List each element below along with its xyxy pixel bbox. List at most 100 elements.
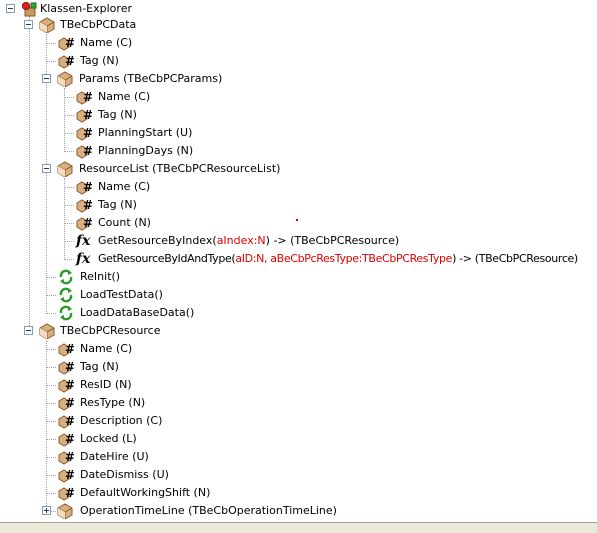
hash-field-icon: # [76,144,92,159]
tree-node-field[interactable]: # Tag (N) [0,52,597,70]
tree-node-field[interactable]: # Tag (N) [0,106,597,124]
tree-node-label: Tag (N) [98,198,137,211]
collapse-icon[interactable] [24,326,33,335]
tree-node-field[interactable]: # PlanningDays (N) [0,142,597,160]
tree-node-field[interactable]: # Name (C) [0,88,597,106]
svg-text:#: # [83,126,92,140]
svg-text:#: # [65,450,74,464]
hash-field-icon: # [58,450,74,465]
fx-function-icon: fx [76,233,91,249]
class-explorer-icon [21,1,37,17]
green-refresh-method-icon [59,287,73,303]
tree-node-label: LoadDataBaseData() [80,306,195,319]
package-box-icon [57,503,73,519]
tree-node-label: Description (C) [80,414,163,427]
tree-node-class[interactable]: TBeCbPCResource [0,322,597,340]
tree-node-field[interactable]: # DefaultWorkingShift (N) [0,484,597,502]
hash-field-icon: # [76,108,92,123]
hash-field-icon: # [76,216,92,231]
package-box-icon [57,161,73,177]
expand-icon[interactable] [42,506,51,515]
svg-text:#: # [83,108,92,122]
tree-node-field[interactable]: # ResID (N) [0,376,597,394]
hash-field-icon: # [76,180,92,195]
fx-function-icon: fx [76,251,91,267]
svg-text:#: # [83,144,92,158]
tree-node-method[interactable]: LoadDataBaseData() [0,304,597,322]
tree-node-label: Locked (L) [80,432,137,445]
tree-node-label: Name (C) [98,180,151,193]
tree-node-label: TBeCbPCResource [60,324,161,337]
tree-node-field[interactable]: # Tag (N) [0,358,597,376]
tree-node-label: Count (N) [98,216,151,229]
tree-node-field[interactable]: # DateDismiss (U) [0,466,597,484]
function-params: aIndex:N [216,234,266,247]
svg-text:#: # [65,36,74,50]
tree-node-label: Tag (N) [98,108,137,121]
green-refresh-method-icon [59,269,73,285]
tree-node-label: ResID (N) [80,378,132,391]
tree-node-params[interactable]: Params (TBeCbPCParams) [0,70,597,88]
tree-node-label: ResourceList (TBeCbPCResourceList) [79,162,281,175]
tree-node-label: PlanningStart (U) [98,126,193,139]
svg-text:#: # [83,90,92,104]
tree-node-field[interactable]: # Name (C) [0,340,597,358]
tree-node-label: Name (C) [80,342,133,355]
bottom-bar [0,522,597,533]
tree-node-label: Tag (N) [80,54,119,67]
function-params: aID:N, aBeCbPcResType:TBeCbPCResType [235,252,453,265]
hash-field-icon: # [58,486,74,501]
tree-node-label: Tag (N) [80,360,119,373]
svg-text:#: # [65,414,74,428]
tree-node-label: DefaultWorkingShift (N) [80,486,211,499]
collapse-icon[interactable] [6,4,15,13]
stray-red-dot [296,219,298,221]
svg-text:#: # [83,198,92,212]
tree-node-resourcelist[interactable]: ResourceList (TBeCbPCResourceList) [0,160,597,178]
hash-field-icon: # [76,198,92,213]
tree-node-field[interactable]: # Name (C) [0,178,597,196]
collapse-icon[interactable] [42,164,51,173]
tree-node-method[interactable]: LoadTestData() [0,286,597,304]
hash-field-icon: # [58,396,74,411]
tree-node-field[interactable]: # PlanningStart (U) [0,124,597,142]
package-box-icon [39,17,55,33]
hash-field-icon: # [76,90,92,105]
tree-node-field[interactable]: # DateHire (U) [0,448,597,466]
tree-node-function[interactable]: fx GetResourceByIdAndType(aID:N, aBeCbPc… [0,250,597,268]
collapse-icon[interactable] [42,74,51,83]
tree-node-field[interactable]: # Name (C) [0,34,597,52]
tree-node-label: Name (C) [80,36,133,49]
tree-node-label: DateDismiss (U) [80,468,169,481]
tree-node-field[interactable]: # Tag (N) [0,196,597,214]
hash-field-icon: # [58,432,74,447]
tree-node-label: OperationTimeLine (TBeCbOperationTimeLin… [80,504,337,517]
tree-node-label: GetResourceByIndex(aIndex:N) -> (TBeCbPC… [98,234,400,247]
tree-node-label: LoadTestData() [80,288,163,301]
tree-node-method[interactable]: ReInit() [0,268,597,286]
tree-node-label: PlanningDays (N) [98,144,194,157]
tree-node-label: ResType (N) [80,396,146,409]
svg-text:#: # [65,360,74,374]
tree-node-label: GetResourceByIdAndType(aID:N, aBeCbPcRes… [98,252,578,265]
svg-text:#: # [65,468,74,482]
tree-node-field[interactable]: # ResType (N) [0,394,597,412]
tree-node-operationtimeline[interactable]: OperationTimeLine (TBeCbOperationTimeLin… [0,502,597,520]
tree-node-field[interactable]: # Count (N) [0,214,597,232]
tree-node-class[interactable]: TBeCbPCData [0,16,597,34]
tree-node-field[interactable]: # Description (C) [0,412,597,430]
tree-node-label: TBeCbPCData [60,18,137,31]
hash-field-icon: # [58,342,74,357]
tree-node-label: Name (C) [98,90,151,103]
tree-node-label: ReInit() [80,270,121,283]
hash-field-icon: # [58,36,74,51]
collapse-icon[interactable] [24,20,33,29]
tree-node-function[interactable]: fx GetResourceByIndex(aIndex:N) -> (TBeC… [0,232,597,250]
hash-field-icon: # [58,360,74,375]
package-box-icon [39,323,55,339]
svg-text:#: # [65,432,74,446]
hash-field-icon: # [58,54,74,69]
tree-node-field[interactable]: # Locked (L) [0,430,597,448]
package-box-icon [57,71,73,87]
hash-field-icon: # [58,468,74,483]
